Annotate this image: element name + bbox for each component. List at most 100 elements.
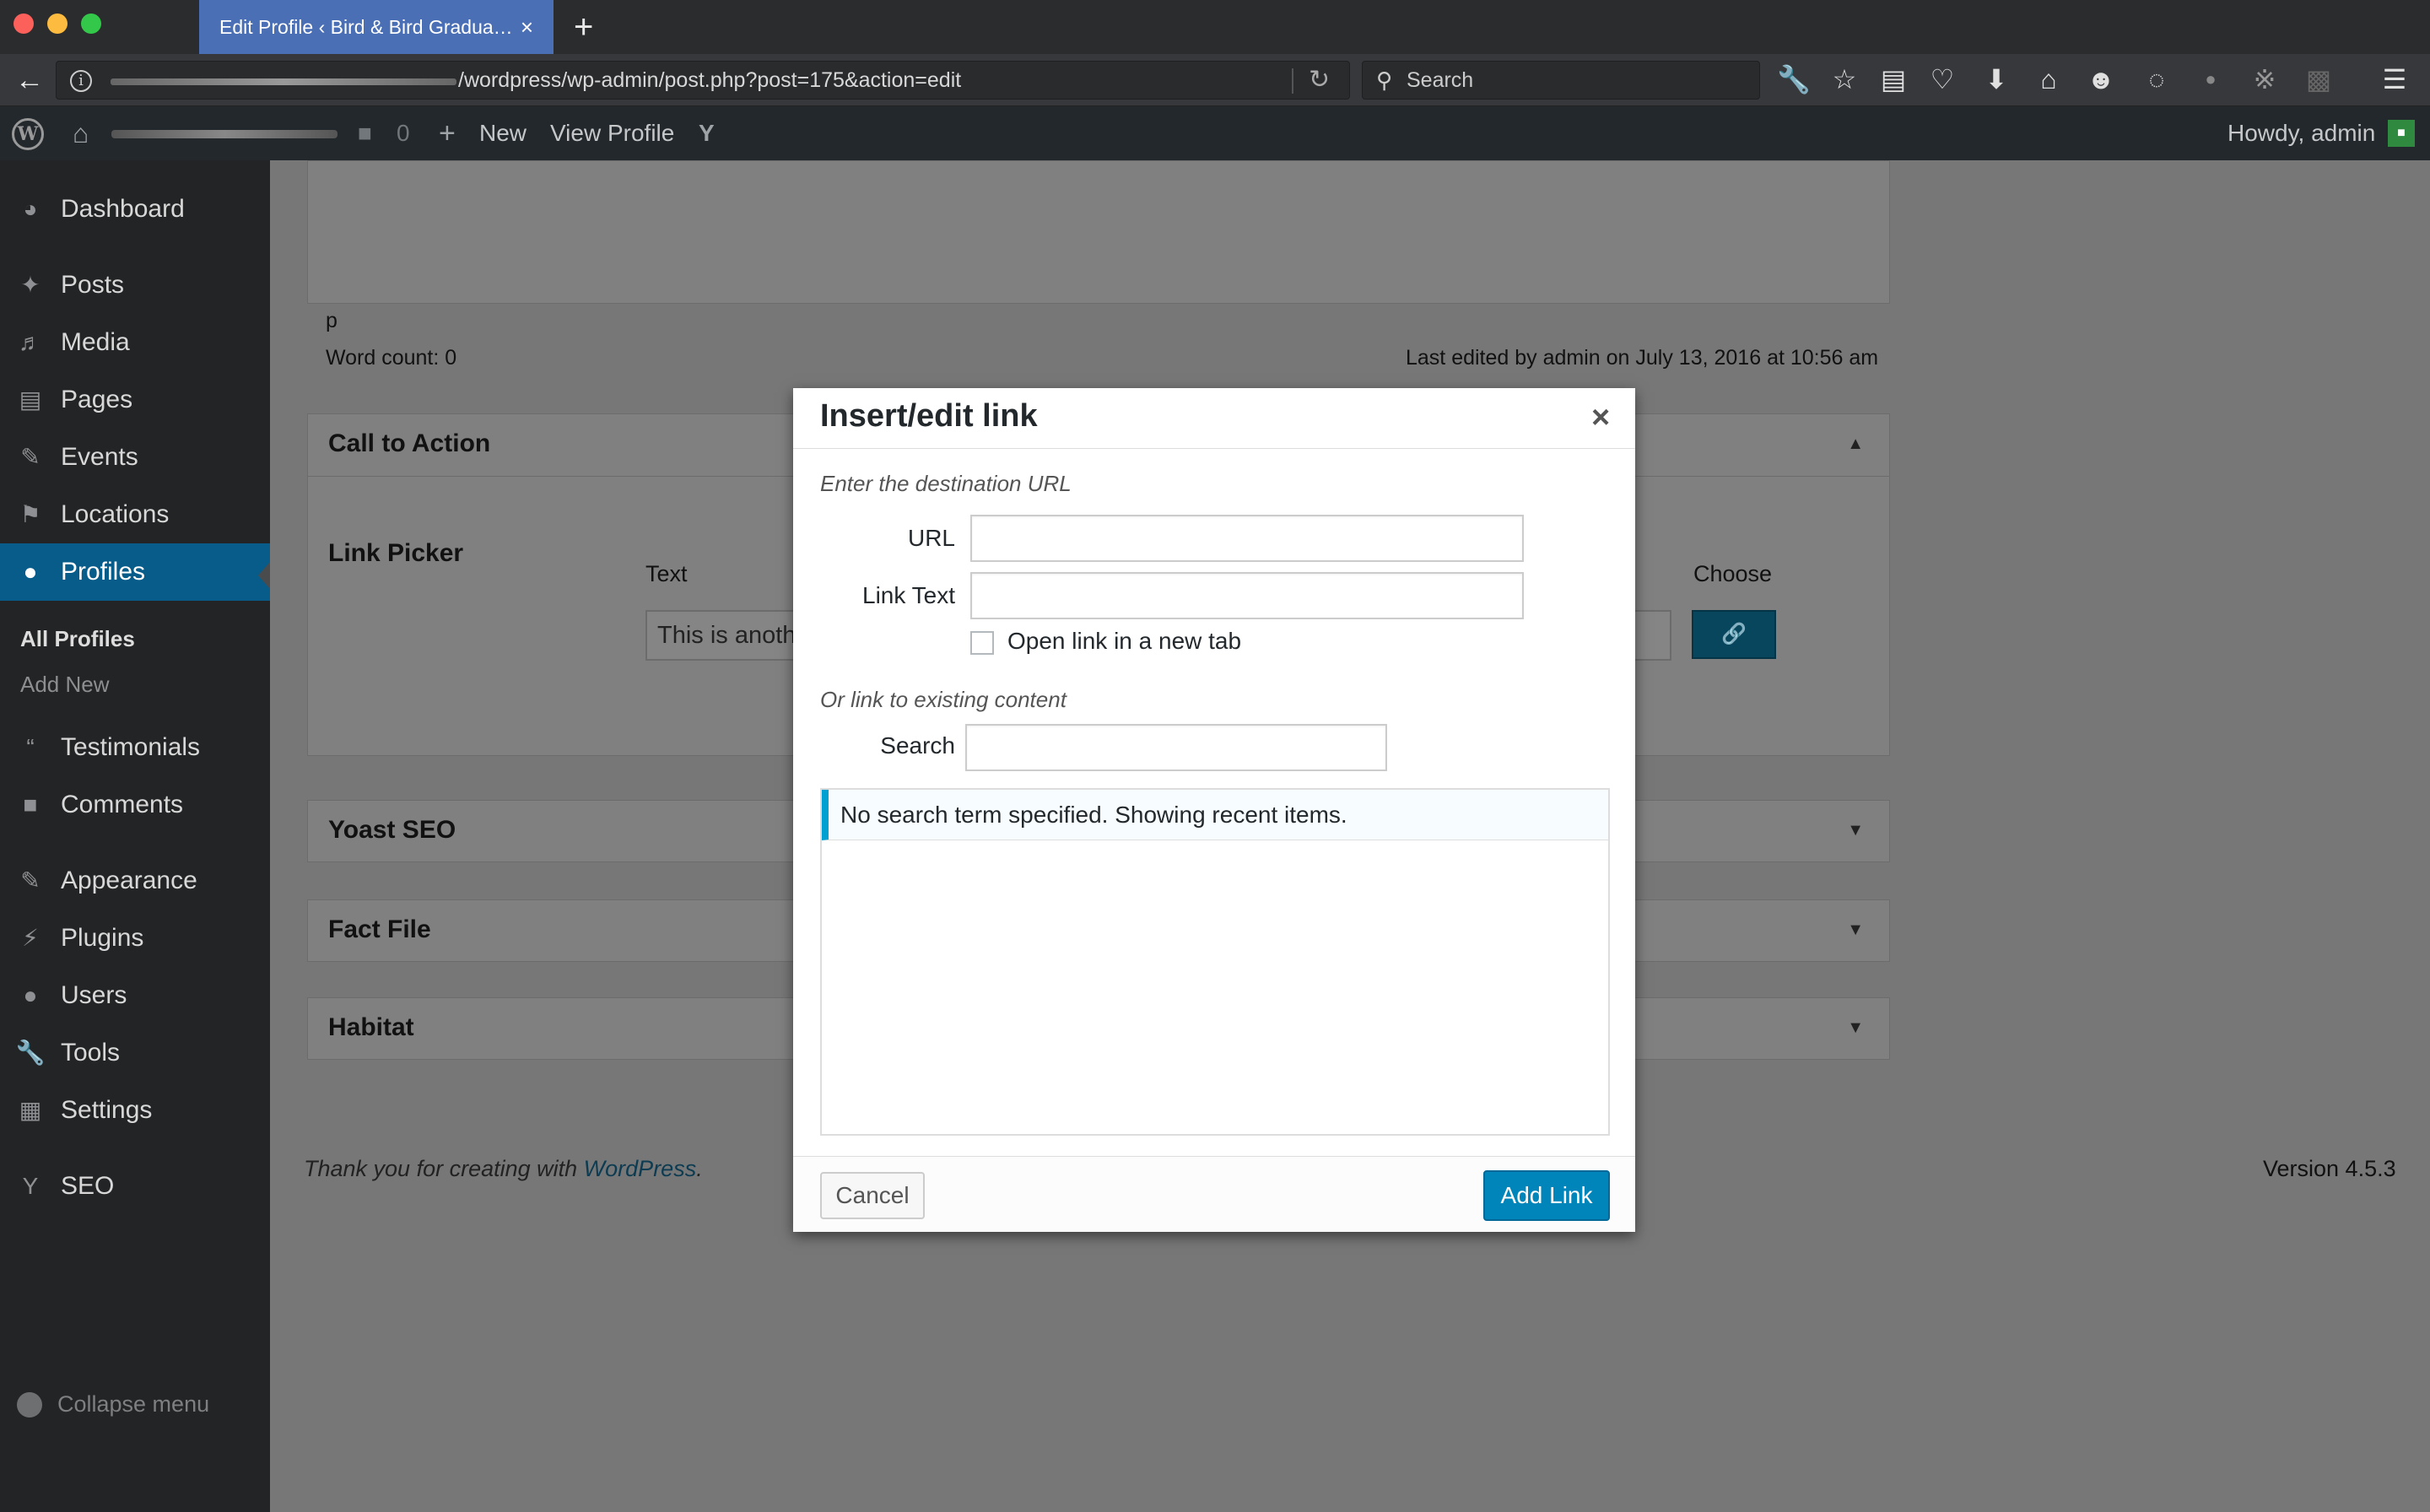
- sidebar-item-label: Posts: [61, 271, 125, 299]
- howdy-label[interactable]: Howdy, admin: [2228, 106, 2375, 160]
- choose-column-label: Choose: [1693, 561, 1773, 586]
- sidebar-item-posts[interactable]: ✦ Posts: [0, 256, 270, 314]
- submenu-all-profiles[interactable]: All Profiles: [0, 616, 270, 662]
- extension-grid-icon[interactable]: ▩: [2302, 62, 2336, 96]
- redacted-domain: [111, 78, 456, 85]
- sidebar-item-pages[interactable]: ▤ Pages: [0, 371, 270, 429]
- last-edited: Last edited by admin on July 13, 2016 at…: [1406, 346, 1879, 370]
- footprint-icon[interactable]: ※: [2248, 62, 2282, 96]
- close-icon[interactable]: ×: [1591, 400, 1610, 436]
- home-icon[interactable]: ⌂: [2032, 62, 2066, 96]
- sidebar-item-comments[interactable]: ■ Comments: [0, 776, 270, 834]
- minimize-window-button[interactable]: [47, 14, 68, 34]
- yoast-icon[interactable]: Y: [699, 106, 715, 160]
- editor-path: p: [326, 309, 338, 332]
- sidebar-item-settings[interactable]: ▦ Settings: [0, 1082, 270, 1139]
- plus-icon[interactable]: +: [439, 106, 456, 160]
- sidebar-item-dashboard[interactable]: ◕ Dashboard: [0, 181, 270, 238]
- wrench-icon: 🔧: [15, 1040, 46, 1066]
- settings-icon: ▦: [19, 1097, 42, 1123]
- collapse-menu-button[interactable]: Collapse menu: [0, 1377, 270, 1431]
- bookmark-star-icon[interactable]: ☆: [1828, 62, 1861, 96]
- sidebar-item-testimonials[interactable]: “ Testimonials: [0, 719, 270, 776]
- brush-icon: ✎: [20, 867, 40, 894]
- sidebar-item-label: Appearance: [61, 867, 197, 894]
- media-icon: ♬: [19, 329, 42, 355]
- avatar[interactable]: ■: [2388, 120, 2415, 147]
- wordpress-logo-icon[interactable]: W: [12, 118, 44, 150]
- expand-arrow-icon[interactable]: ▼: [1847, 1018, 1864, 1038]
- back-arrow-icon[interactable]: ←: [14, 64, 46, 96]
- dialog-header: Insert/edit link ×: [793, 388, 1635, 449]
- search-results-list[interactable]: No search term specified. Showing recent…: [820, 788, 1610, 1136]
- sidebar-item-locations[interactable]: ⚑ Locations: [0, 486, 270, 543]
- emoji-icon[interactable]: ☻: [2084, 62, 2118, 96]
- info-icon[interactable]: i: [70, 70, 92, 92]
- sidebar-item-plugins[interactable]: ⚡ Plugins: [0, 910, 270, 967]
- extension-small-icon[interactable]: ●: [2194, 62, 2228, 96]
- choose-link-button[interactable]: 🔗: [1692, 610, 1776, 659]
- collapse-icon: [17, 1392, 42, 1418]
- editor-area[interactable]: [307, 160, 1890, 304]
- new-menu-label[interactable]: New: [479, 106, 526, 160]
- home-icon[interactable]: ⌂: [73, 106, 89, 160]
- tab-close-icon[interactable]: ×: [521, 14, 533, 40]
- footer-thanks-prefix: Thank you for creating with: [304, 1156, 584, 1181]
- download-icon[interactable]: ⬇: [1979, 62, 2013, 96]
- expand-arrow-icon[interactable]: ▼: [1847, 821, 1864, 840]
- panel-title: Habitat: [328, 1013, 414, 1041]
- sidebar-item-media[interactable]: ♬ Media: [0, 314, 270, 371]
- footer-thanks-suffix: .: [696, 1156, 703, 1181]
- browser-tab[interactable]: Edit Profile ‹ Bird & Bird Gradua… ×: [199, 0, 554, 54]
- sidebar-item-label: Media: [61, 328, 130, 356]
- hamburger-menu-icon[interactable]: ☰: [2378, 62, 2411, 96]
- submenu-add-new[interactable]: Add New: [0, 662, 270, 707]
- url-bar[interactable]: i /wordpress/wp-admin/post.php?post=175&…: [56, 61, 1350, 100]
- browser-search-input[interactable]: ⚲ Search: [1362, 61, 1760, 100]
- sidebar-item-events[interactable]: ✎ Events: [0, 429, 270, 486]
- sidebar-item-profiles[interactable]: ● Profiles: [0, 543, 270, 601]
- new-tab-checkbox[interactable]: [970, 631, 994, 655]
- pocket-icon[interactable]: ♡: [1925, 62, 1959, 96]
- add-link-button[interactable]: Add Link: [1483, 1170, 1610, 1221]
- sidebar-item-label: Users: [61, 981, 127, 1009]
- wp-admin-bar: W ⌂ ■ 0 + New View Profile Y Howdy, admi…: [0, 106, 2430, 160]
- expand-arrow-icon[interactable]: ▼: [1847, 921, 1864, 940]
- url-label: URL: [907, 525, 955, 551]
- comments-count[interactable]: 0: [397, 106, 410, 160]
- redacted-site-name[interactable]: [111, 130, 338, 138]
- dialog-footer: Cancel Add Link: [793, 1156, 1635, 1232]
- comment-icon[interactable]: ■: [358, 106, 372, 160]
- pages-icon: ▤: [19, 386, 42, 413]
- pin-icon: ✦: [20, 272, 40, 298]
- collapse-arrow-icon[interactable]: ▲: [1847, 435, 1864, 454]
- search-input[interactable]: [965, 724, 1387, 771]
- sidebar-item-users[interactable]: ● Users: [0, 967, 270, 1024]
- plugin-icon: ⚡: [22, 925, 39, 951]
- sidebar-item-seo[interactable]: Y SEO: [0, 1158, 270, 1215]
- reader-list-icon[interactable]: ▤: [1876, 62, 1910, 96]
- word-count: Word count: 0: [326, 346, 457, 370]
- reload-icon[interactable]: ↻: [1309, 62, 1330, 99]
- sidebar-item-appearance[interactable]: ✎ Appearance: [0, 852, 270, 910]
- maximize-window-button[interactable]: [81, 14, 101, 34]
- wordpress-link[interactable]: WordPress: [584, 1156, 697, 1181]
- active-menu-arrow: [258, 562, 270, 589]
- sidebar-item-label: Comments: [61, 791, 184, 818]
- extension-icon[interactable]: ◌: [2140, 62, 2174, 96]
- link-text-field[interactable]: [970, 572, 1524, 619]
- wrench-icon[interactable]: 🔧: [1777, 62, 1811, 96]
- sidebar-item-tools[interactable]: 🔧 Tools: [0, 1024, 270, 1082]
- url-input[interactable]: [970, 515, 1524, 562]
- new-tab-label[interactable]: Open link in a new tab: [1007, 628, 1241, 655]
- sidebar-item-label: Tools: [61, 1039, 121, 1066]
- close-window-button[interactable]: [14, 14, 34, 34]
- link-text-value: This is anoth: [657, 622, 796, 649]
- user-icon: ●: [23, 559, 38, 585]
- existing-content-label: Or link to existing content: [820, 687, 1066, 712]
- new-tab-button[interactable]: +: [574, 8, 593, 46]
- cancel-button[interactable]: Cancel: [820, 1172, 925, 1219]
- panel-title: Yoast SEO: [328, 816, 456, 844]
- view-profile-link[interactable]: View Profile: [550, 106, 674, 160]
- search-notice: No search term specified. Showing recent…: [822, 790, 1608, 840]
